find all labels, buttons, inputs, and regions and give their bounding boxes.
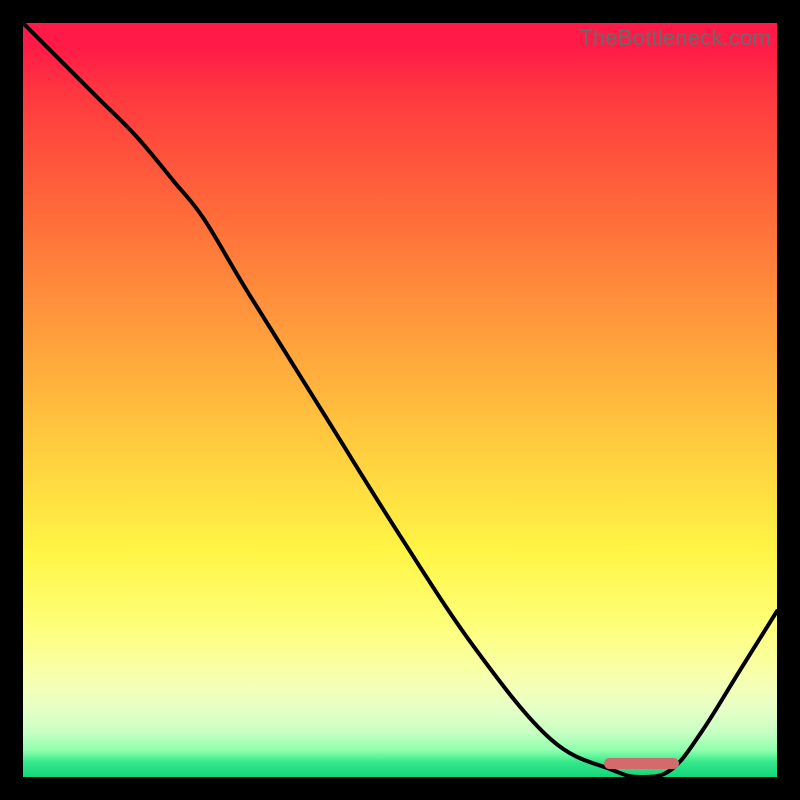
optimal-range-marker	[604, 758, 679, 769]
bottleneck-curve	[23, 23, 777, 777]
watermark-text: TheBottleneck.com	[579, 25, 771, 51]
chart-frame: TheBottleneck.com	[23, 23, 777, 777]
curve-path	[23, 23, 777, 777]
